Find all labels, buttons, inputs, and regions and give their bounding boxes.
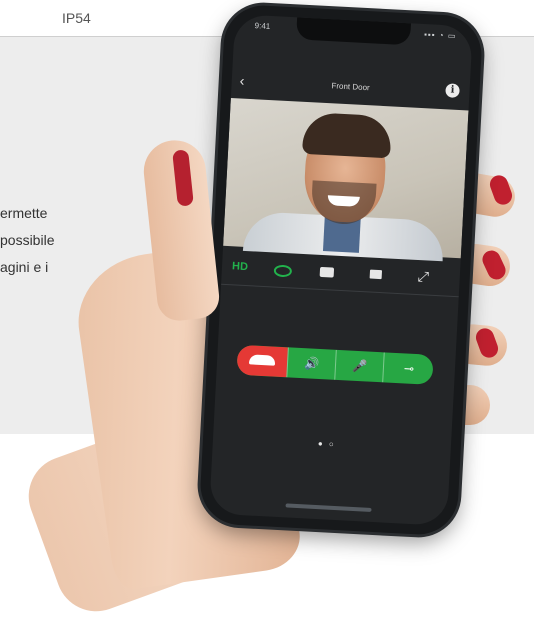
hangup-button[interactable] xyxy=(236,344,288,378)
description-line: agini e i xyxy=(0,259,49,275)
eye-icon[interactable] xyxy=(273,264,293,278)
caller-hair xyxy=(302,111,393,159)
protection-rating: IP54 xyxy=(62,10,91,26)
screen-title: Front Door xyxy=(331,81,370,93)
smartphone: 9:41 ▪▪▪ ◔ ▭ ‹ Front Door i HD ⤢ 🔊 🎤 ⊸ ●… xyxy=(198,3,484,537)
phone-screen: 9:41 ▪▪▪ ◔ ▭ ‹ Front Door i HD ⤢ 🔊 🎤 ⊸ ●… xyxy=(209,14,473,526)
camera-icon[interactable] xyxy=(319,266,335,278)
video-feed xyxy=(223,97,469,262)
status-icons: ▪▪▪ ◔ ▭ xyxy=(423,30,457,41)
speaker-button[interactable]: 🔊 xyxy=(286,347,337,380)
description-text: ermette possibile agini e i xyxy=(0,200,54,281)
call-action-bar: 🔊 🎤 ⊸ xyxy=(236,344,434,385)
video-record-icon[interactable] xyxy=(369,269,383,280)
expand-icon[interactable]: ⤢ xyxy=(417,268,429,286)
page-indicator: ● ○ xyxy=(317,439,336,449)
mic-off-icon: 🎤 xyxy=(352,358,368,374)
door-unlock-button[interactable]: ⊸ xyxy=(382,352,434,385)
status-time: 9:41 xyxy=(254,21,271,31)
hangup-icon xyxy=(248,354,276,366)
hd-toggle[interactable]: HD xyxy=(232,260,248,273)
home-indicator[interactable] xyxy=(285,503,372,512)
description-line: ermette xyxy=(0,205,48,221)
key-icon: ⊸ xyxy=(403,361,415,376)
description-line: possibile xyxy=(0,232,55,248)
mute-button[interactable]: 🎤 xyxy=(334,349,385,383)
speaker-icon: 🔊 xyxy=(304,356,320,371)
